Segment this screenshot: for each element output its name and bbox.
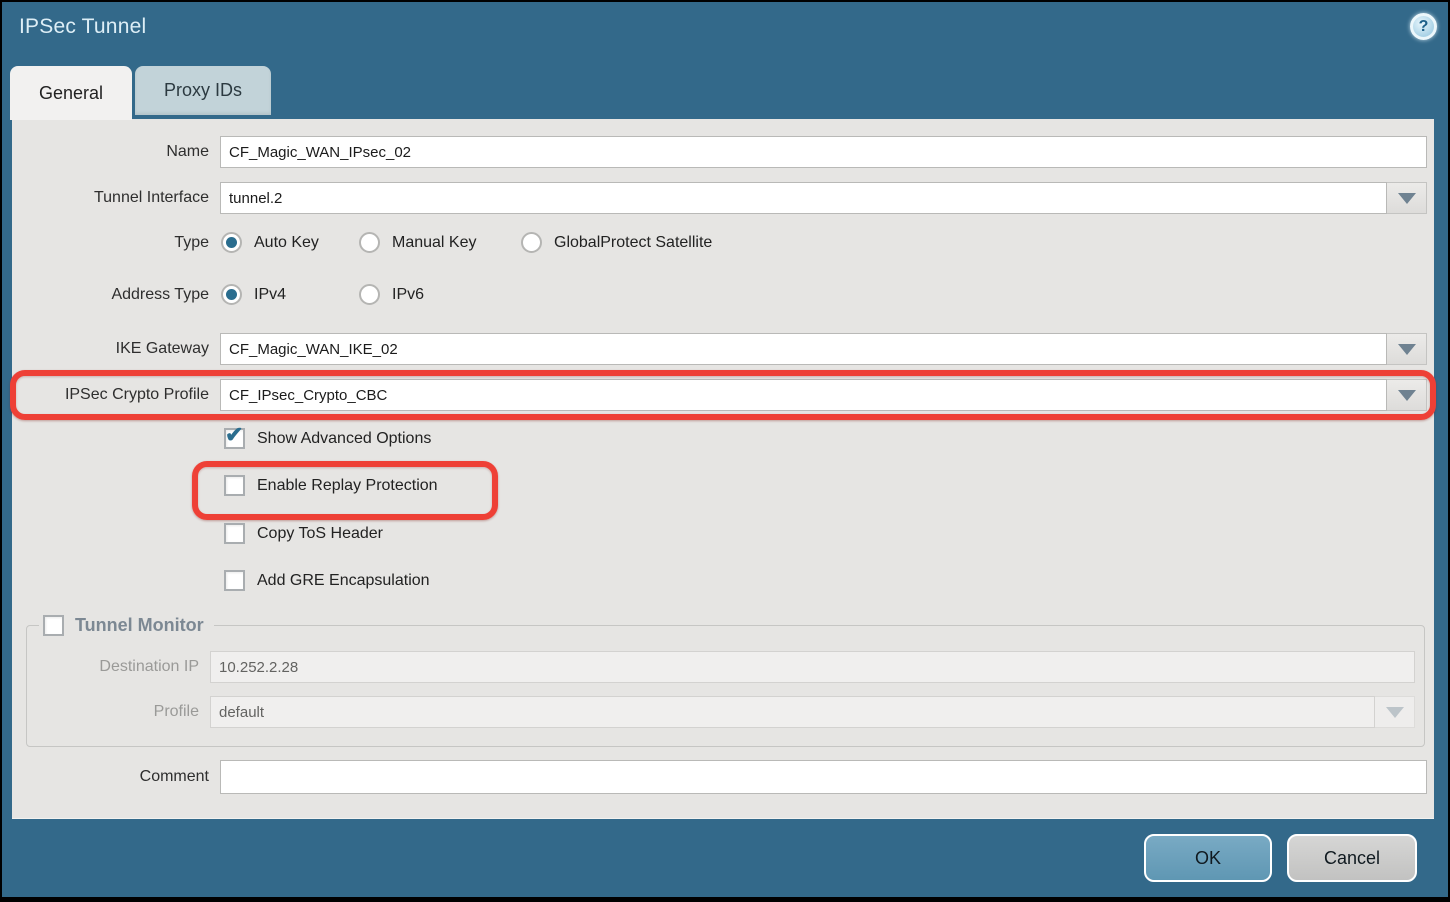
ipsec-tunnel-dialog: IPSec Tunnel ? General Proxy IDs Name Tu… xyxy=(2,2,1448,897)
tunnel-monitor-title: Tunnel Monitor xyxy=(75,615,204,636)
checkbox-icon[interactable]: ✔ xyxy=(224,523,245,544)
radio-icon[interactable] xyxy=(359,284,380,305)
ipsec-crypto-profile-row: IPSec Crypto Profile xyxy=(12,379,1427,411)
checkmark-icon: ✔ xyxy=(225,422,243,448)
profile-label: Profile xyxy=(12,703,199,721)
tab-bar: General Proxy IDs xyxy=(10,66,271,120)
tab-proxy-ids[interactable]: Proxy IDs xyxy=(135,66,271,115)
radio-icon[interactable] xyxy=(221,232,242,253)
checkbox-label: Show Advanced Options xyxy=(257,430,431,448)
tunnel-interface-label: Tunnel Interface xyxy=(12,189,209,207)
chevron-down-icon xyxy=(1398,344,1416,355)
name-label: Name xyxy=(12,143,209,161)
ike-gateway-input[interactable] xyxy=(220,333,1387,365)
address-type-label: Address Type xyxy=(12,286,209,304)
option-enable-replay-protection: ✔ Enable Replay Protection xyxy=(224,475,438,496)
help-icon[interactable]: ? xyxy=(1410,13,1437,40)
radio-icon[interactable] xyxy=(221,284,242,305)
name-input[interactable] xyxy=(220,136,1427,168)
address-type-option-ipv4[interactable]: IPv4 xyxy=(221,284,286,305)
address-type-row: Address Type xyxy=(12,281,220,309)
tab-general[interactable]: General xyxy=(10,66,132,120)
ipsec-crypto-profile-label: IPSec Crypto Profile xyxy=(12,386,209,404)
radio-option-label: IPv6 xyxy=(392,286,424,304)
checkbox-icon[interactable]: ✔ xyxy=(224,475,245,496)
destination-ip-input xyxy=(210,651,1415,683)
comment-input[interactable] xyxy=(220,760,1427,794)
type-option-globalprotect-satellite[interactable]: GlobalProtect Satellite xyxy=(521,232,712,253)
option-add-gre-encapsulation: ✔ Add GRE Encapsulation xyxy=(224,570,430,591)
profile-dropdown-button xyxy=(1375,696,1415,728)
checkbox-icon[interactable]: ✔ xyxy=(224,428,245,449)
general-tab-panel: Name Tunnel Interface Type Auto Key Manu… xyxy=(12,119,1434,819)
ike-gateway-label: IKE Gateway xyxy=(12,340,209,358)
tunnel-monitor-legend: ✔ Tunnel Monitor xyxy=(39,615,214,636)
type-option-manual-key[interactable]: Manual Key xyxy=(359,232,477,253)
ike-gateway-row: IKE Gateway xyxy=(12,333,1427,365)
profile-row: Profile xyxy=(12,696,1415,728)
radio-option-label: Auto Key xyxy=(254,234,319,252)
option-copy-tos-header: ✔ Copy ToS Header xyxy=(224,523,383,544)
type-row: Type xyxy=(12,229,220,257)
chevron-down-icon xyxy=(1398,193,1416,204)
name-row: Name xyxy=(12,136,1427,168)
ike-gateway-dropdown-button[interactable] xyxy=(1387,333,1427,365)
dialog-title: IPSec Tunnel xyxy=(19,15,146,39)
cancel-button[interactable]: Cancel xyxy=(1287,834,1417,882)
radio-option-label: Manual Key xyxy=(392,234,477,252)
type-option-auto-key[interactable]: Auto Key xyxy=(221,232,319,253)
chevron-down-icon xyxy=(1386,707,1404,718)
ok-button[interactable]: OK xyxy=(1144,834,1272,882)
checkbox-icon[interactable]: ✔ xyxy=(224,570,245,591)
option-show-advanced-options: ✔ Show Advanced Options xyxy=(224,428,431,449)
tunnel-interface-row: Tunnel Interface xyxy=(12,182,1427,214)
radio-icon[interactable] xyxy=(359,232,380,253)
address-type-option-ipv6[interactable]: IPv6 xyxy=(359,284,424,305)
checkbox-label: Enable Replay Protection xyxy=(257,477,438,495)
destination-ip-row: Destination IP xyxy=(12,651,1415,683)
destination-ip-label: Destination IP xyxy=(12,658,199,676)
checkbox-label: Add GRE Encapsulation xyxy=(257,572,430,590)
ipsec-crypto-profile-dropdown-button[interactable] xyxy=(1387,379,1427,411)
profile-input xyxy=(210,696,1375,728)
tunnel-monitor-checkbox-icon[interactable]: ✔ xyxy=(43,615,64,636)
comment-row: Comment xyxy=(12,760,1427,794)
comment-label: Comment xyxy=(12,768,209,786)
ipsec-crypto-profile-input[interactable] xyxy=(220,379,1387,411)
radio-icon[interactable] xyxy=(521,232,542,253)
chevron-down-icon xyxy=(1398,390,1416,401)
checkbox-label: Copy ToS Header xyxy=(257,525,383,543)
radio-option-label: IPv4 xyxy=(254,286,286,304)
type-label: Type xyxy=(12,234,209,252)
radio-option-label: GlobalProtect Satellite xyxy=(554,234,712,252)
tunnel-interface-dropdown-button[interactable] xyxy=(1387,182,1427,214)
tunnel-interface-input[interactable] xyxy=(220,182,1387,214)
